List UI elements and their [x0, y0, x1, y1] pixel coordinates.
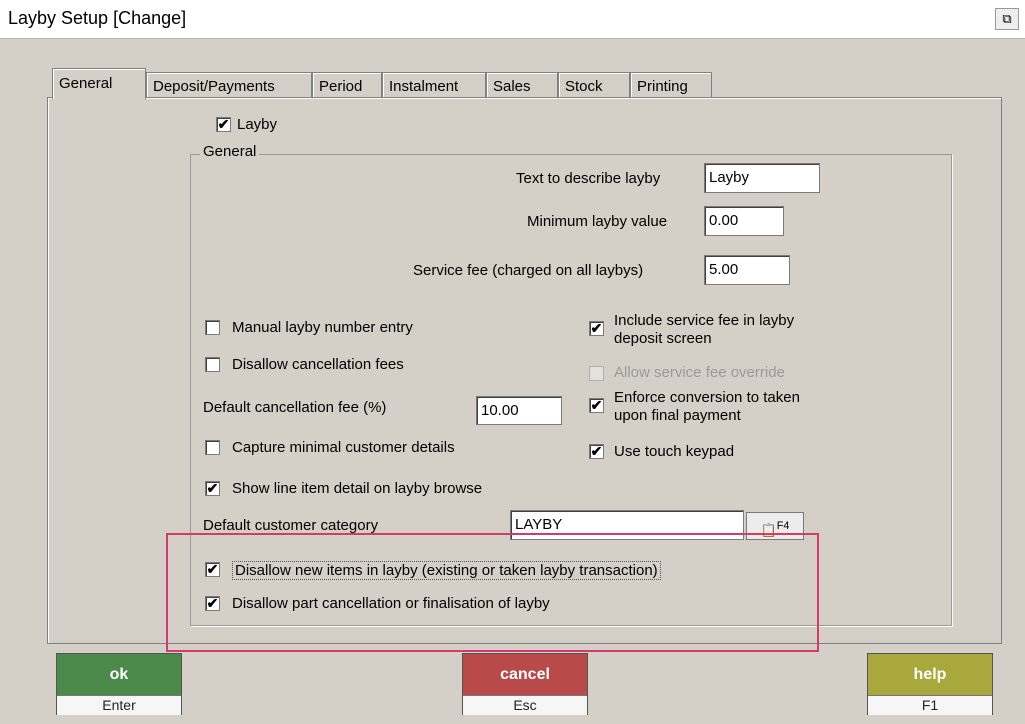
allow-service-fee-override-checkbox[interactable]	[589, 366, 604, 381]
service-fee-label: Service fee (charged on all laybys)	[413, 262, 644, 279]
service-fee-input[interactable]: 5.00	[704, 255, 790, 285]
include-service-fee-label-2: deposit screen	[614, 330, 712, 347]
ok-label: ok	[57, 654, 181, 695]
tab-sales[interactable]: Sales	[486, 72, 558, 99]
capture-minimal-details-label: Capture minimal customer details	[232, 439, 455, 456]
include-service-fee-checkbox[interactable]: ✔	[589, 321, 604, 336]
help-key: F1	[868, 695, 992, 715]
help-label: help	[868, 654, 992, 695]
tab-deposit-payments[interactable]: Deposit/Payments	[146, 72, 312, 99]
tab-printing[interactable]: Printing	[630, 72, 712, 99]
text-describe-label: Text to describe layby	[516, 170, 661, 187]
help-button[interactable]: help F1	[867, 653, 993, 715]
use-touch-keypad-checkbox[interactable]: ✔	[589, 444, 604, 459]
tab-instalment[interactable]: Instalment	[382, 72, 486, 99]
default-customer-category-label: Default customer category	[203, 517, 379, 534]
enforce-conversion-label-2: upon final payment	[614, 407, 741, 424]
default-cancel-fee-input[interactable]: 10.00	[476, 396, 562, 425]
allow-service-fee-override-label: Allow service fee override	[614, 364, 785, 381]
text-describe-input[interactable]: Layby	[704, 163, 820, 193]
disallow-cancellation-fees-label: Disallow cancellation fees	[232, 356, 404, 373]
manual-layby-number-label: Manual layby number entry	[232, 319, 413, 336]
ok-key: Enter	[57, 695, 181, 715]
cancel-button[interactable]: cancel Esc	[462, 653, 588, 715]
cancel-key: Esc	[463, 695, 587, 715]
include-service-fee-label-1: Include service fee in layby	[614, 312, 795, 329]
show-line-item-detail-label: Show line item detail on layby browse	[232, 480, 483, 497]
min-value-label: Minimum layby value	[527, 213, 668, 230]
disallow-cancellation-fees-checkbox[interactable]	[205, 357, 220, 372]
highlight-box	[166, 533, 819, 652]
enforce-conversion-checkbox[interactable]: ✔	[589, 398, 604, 413]
manual-layby-number-checkbox[interactable]	[205, 320, 220, 335]
tab-period[interactable]: Period	[312, 72, 382, 99]
show-line-item-detail-checkbox[interactable]: ✔	[205, 481, 220, 496]
tab-stock[interactable]: Stock	[558, 72, 630, 99]
default-cancel-fee-label: Default cancellation fee (%)	[203, 399, 387, 416]
layby-checkbox-label: Layby	[237, 116, 278, 133]
title-bar: Layby Setup [Change] ⧉	[0, 0, 1025, 39]
tab-general[interactable]: General	[52, 68, 146, 100]
enforce-conversion-label-1: Enforce conversion to taken	[614, 389, 800, 406]
lookup-key: F4	[776, 520, 790, 532]
min-value-input[interactable]: 0.00	[704, 206, 784, 236]
cancel-label: cancel	[463, 654, 587, 695]
group-label: General	[200, 143, 260, 160]
ok-button[interactable]: ok Enter	[56, 653, 182, 715]
restore-icon[interactable]: ⧉	[995, 8, 1019, 30]
layby-checkbox[interactable]: ✔	[216, 117, 231, 132]
capture-minimal-details-checkbox[interactable]	[205, 440, 220, 455]
use-touch-keypad-label: Use touch keypad	[614, 443, 735, 460]
window-title: Layby Setup [Change]	[8, 8, 187, 28]
